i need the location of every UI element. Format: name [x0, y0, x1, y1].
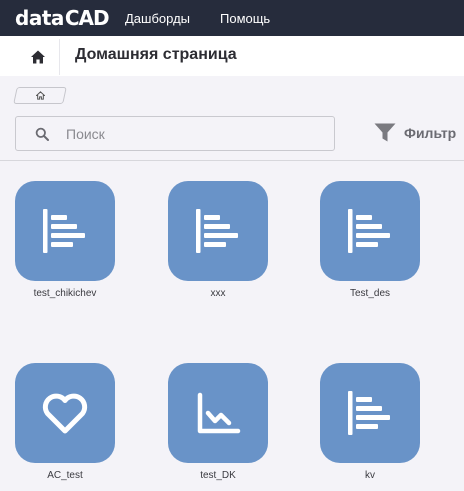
- bar-chart-icon: [43, 209, 85, 253]
- page-title: Домашняя страница: [75, 46, 237, 63]
- heart-icon: [42, 393, 88, 434]
- line-chart-icon: [197, 392, 241, 434]
- dashboard-name: AC_test: [47, 470, 83, 481]
- dashboard-tile-icon: [320, 181, 420, 281]
- dashboard-tile[interactable]: AC_test: [15, 363, 115, 481]
- dashboard-name: xxx: [210, 288, 226, 299]
- bar-chart-icon: [348, 391, 390, 435]
- dashboard-tile[interactable]: test_DK: [168, 363, 268, 481]
- dashboard-tile-icon: [320, 363, 420, 463]
- home-icon: [30, 50, 45, 64]
- filter-button[interactable]: Фильтр: [374, 123, 456, 143]
- filter-label: Фильтр: [404, 125, 457, 141]
- dashboard-tile-icon: [168, 181, 268, 281]
- search-input[interactable]: [66, 124, 316, 144]
- dashboard-tile-icon: [168, 363, 268, 463]
- breadcrumb-home[interactable]: [13, 87, 67, 104]
- dashboard-tile-icon: [15, 181, 115, 281]
- dashboard-name: test_DK: [200, 470, 236, 481]
- logo-text-cad: CAD: [64, 6, 110, 30]
- search-box: [15, 116, 335, 151]
- nav-help[interactable]: Помощь: [220, 11, 270, 26]
- dashboard-tile[interactable]: test_chikichev: [15, 181, 115, 299]
- dashboard-tile[interactable]: kv: [320, 363, 420, 481]
- divider: [0, 160, 464, 161]
- datacad-logo[interactable]: data CAD: [15, 6, 110, 30]
- dashboard-name: test_chikichev: [33, 288, 97, 299]
- bar-chart-icon: [348, 209, 390, 253]
- filter-icon: [374, 123, 396, 142]
- dashboard-name: Test_des: [349, 288, 391, 299]
- home-button[interactable]: [16, 39, 60, 75]
- home-icon: [35, 91, 45, 100]
- dashboard-tile[interactable]: xxx: [168, 181, 268, 299]
- nav-dashboards[interactable]: Дашборды: [125, 11, 190, 26]
- bar-chart-icon: [196, 209, 238, 253]
- logo-text-data: data: [15, 6, 64, 30]
- dashboard-tile-icon: [15, 363, 115, 463]
- search-icon: [35, 127, 49, 141]
- dashboard-name: kv: [365, 470, 375, 481]
- dashboard-tile[interactable]: Test_des: [320, 181, 420, 299]
